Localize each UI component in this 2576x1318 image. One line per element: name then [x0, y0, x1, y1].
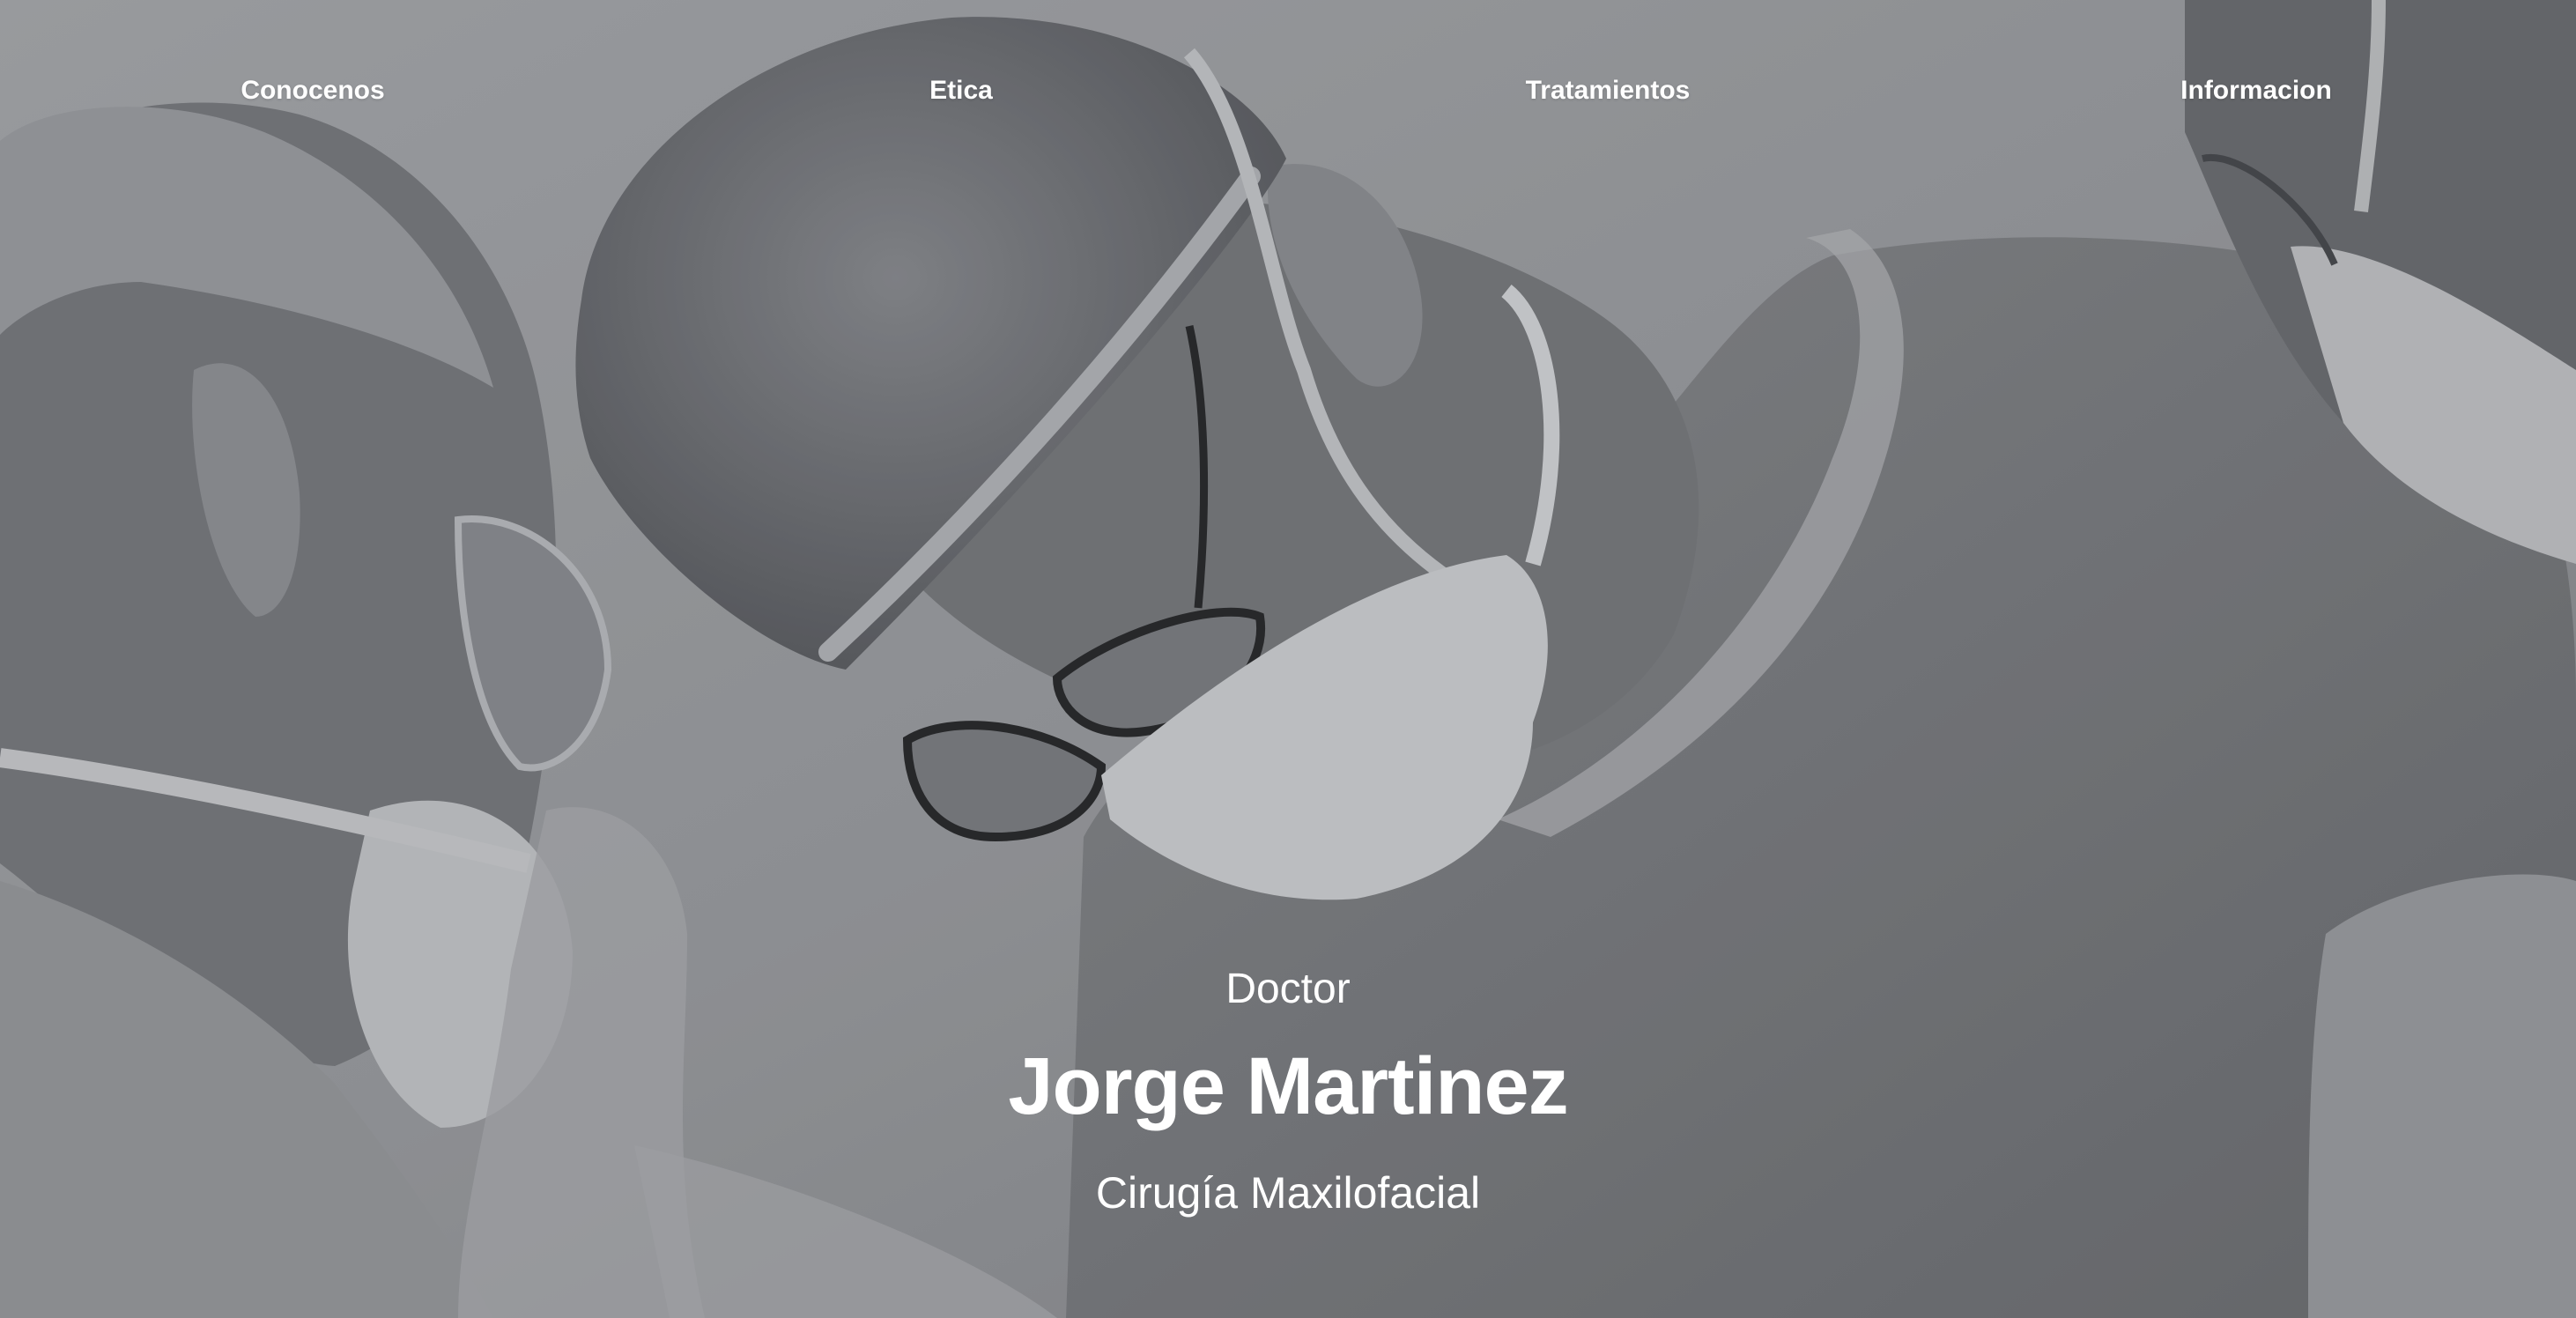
nav-link-conocenos[interactable]: Conocenos	[137, 69, 489, 113]
hero-section: Conocenos Etica Tratamientos Informacion…	[0, 0, 2576, 1318]
specialty-subtitle: Cirugía Maxilofacial	[1095, 1168, 1481, 1218]
doctor-name-heading: Jorge Martinez	[1008, 1041, 1568, 1131]
main-nav: Conocenos Etica Tratamientos Informacion	[0, 69, 2576, 113]
hero-title-prefix: Doctor	[1225, 966, 1351, 1012]
nav-link-tratamientos[interactable]: Tratamientos	[1432, 69, 1784, 113]
nav-link-etica[interactable]: Etica	[785, 69, 1137, 113]
nav-link-informacion[interactable]: Informacion	[2080, 69, 2432, 113]
